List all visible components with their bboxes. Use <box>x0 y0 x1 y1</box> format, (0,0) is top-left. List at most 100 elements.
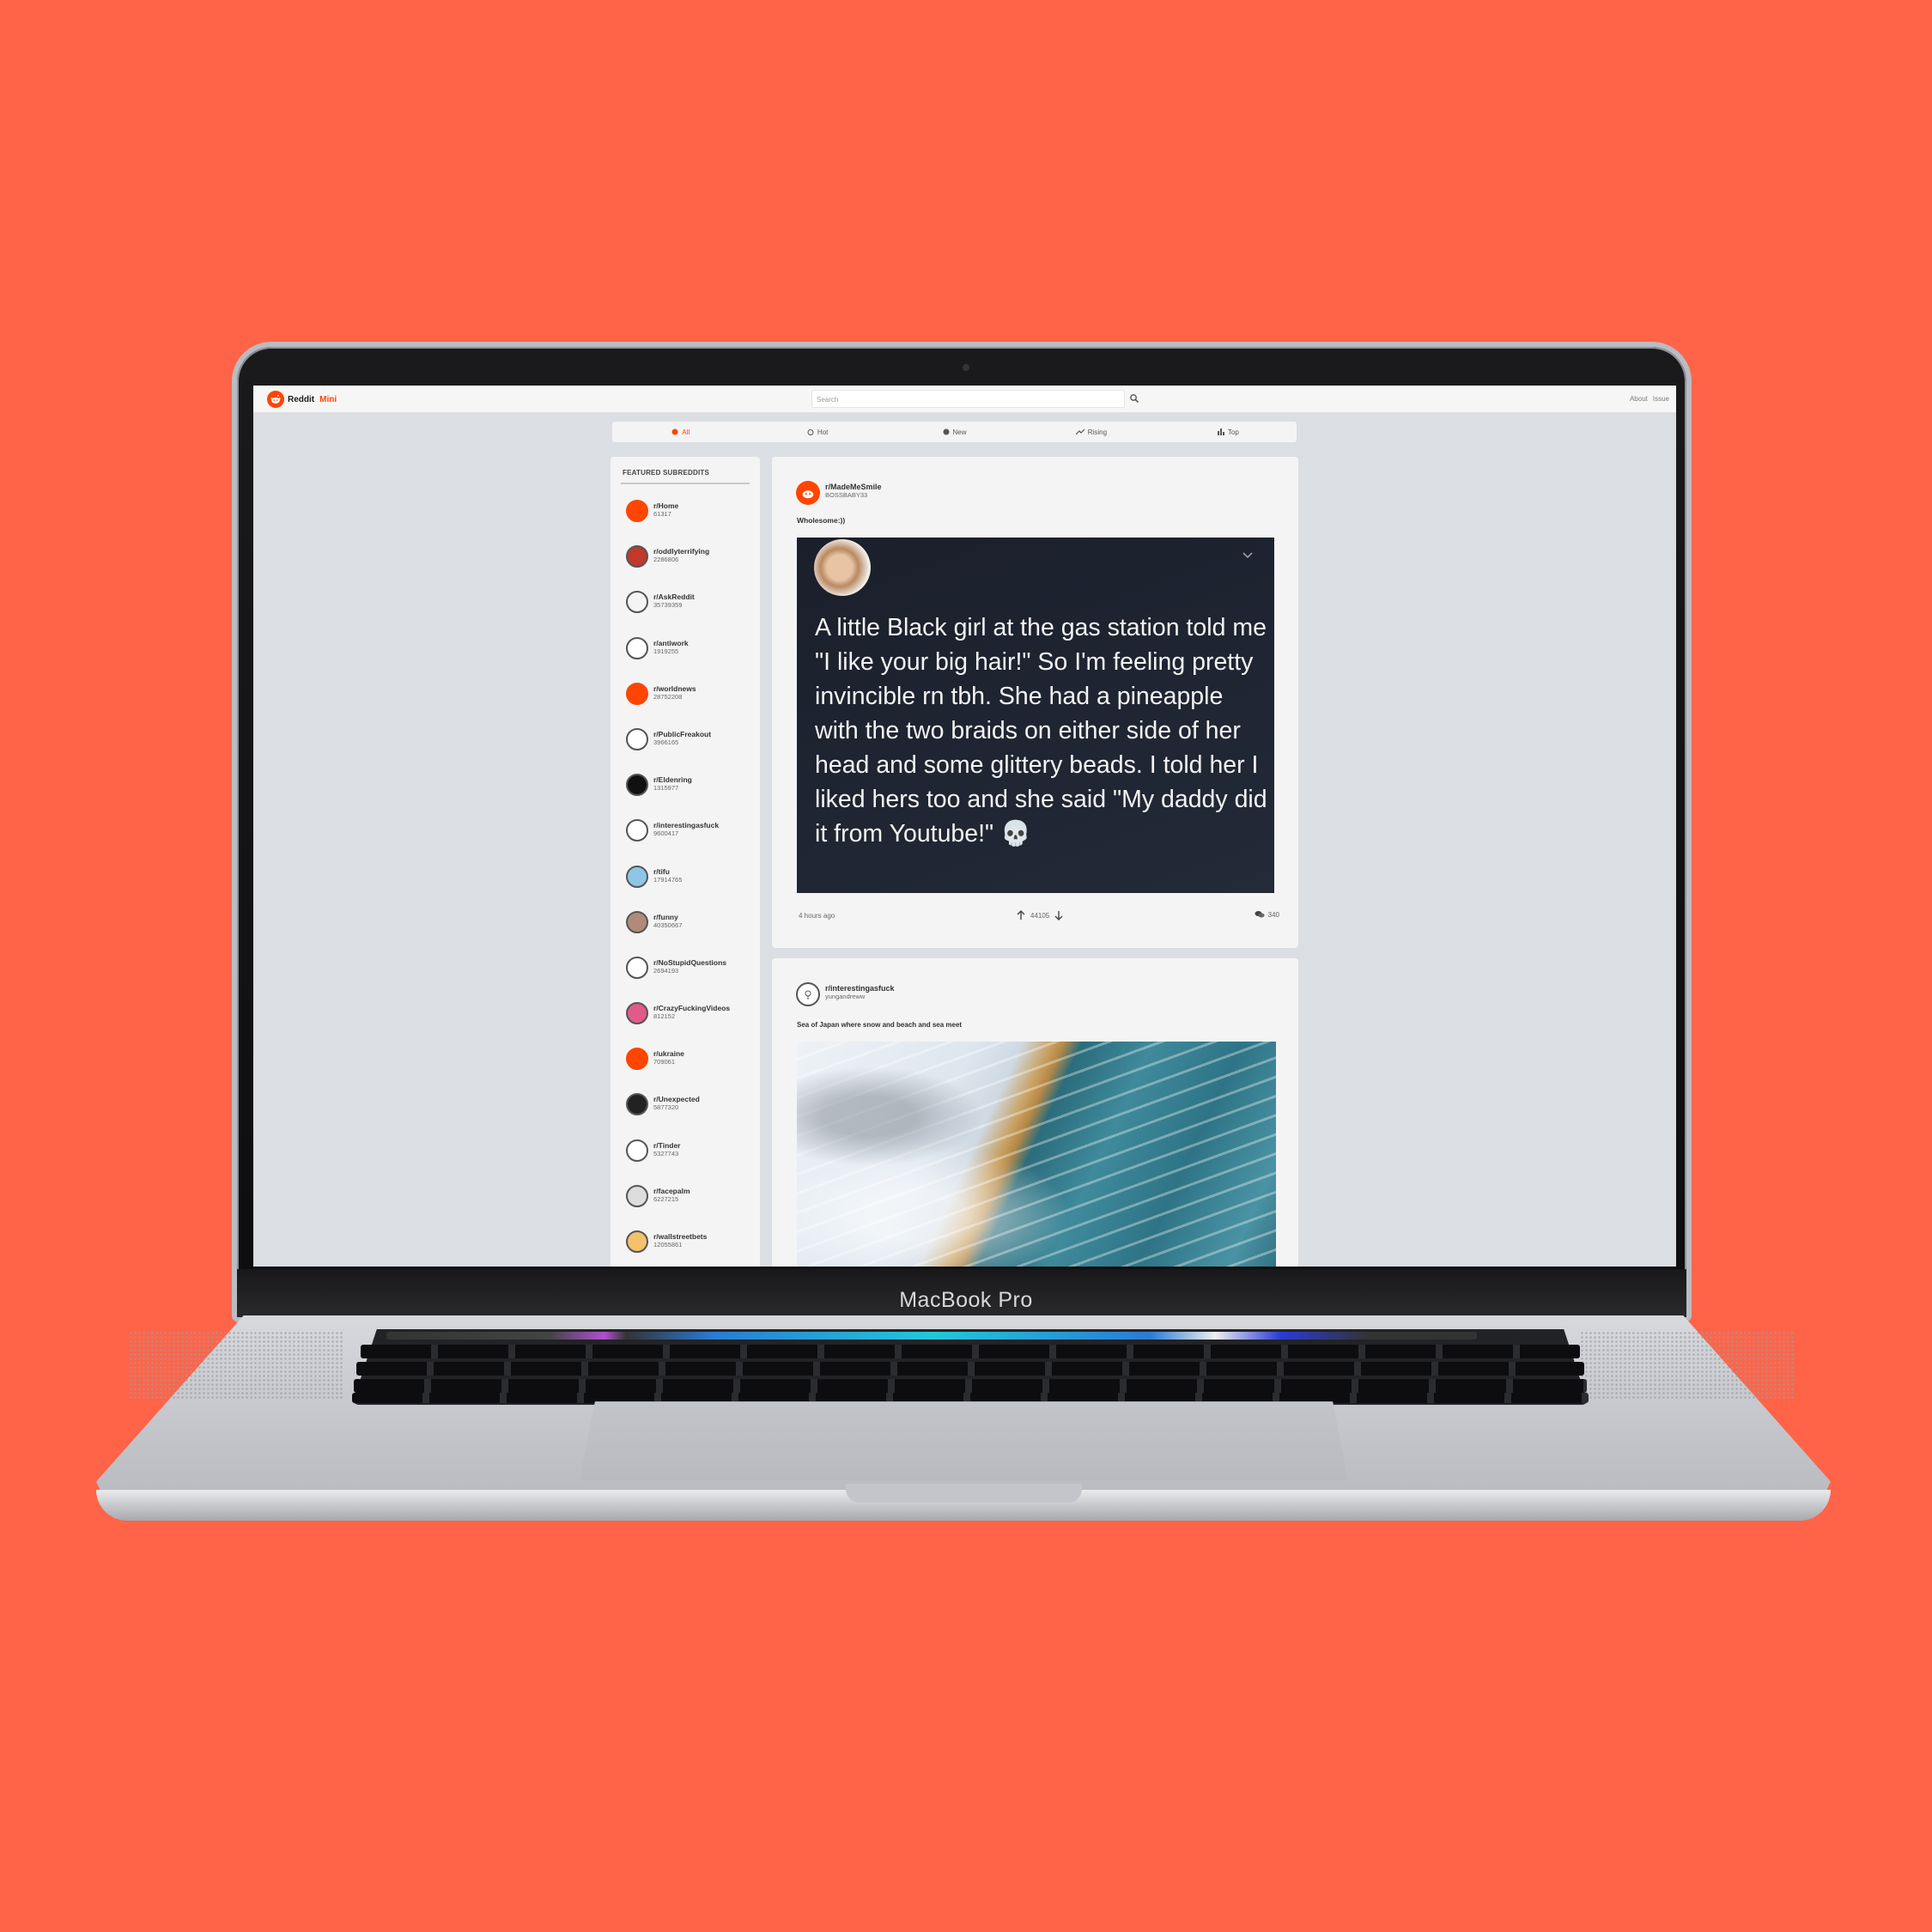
post-card[interactable]: r/interestingasfuck yungandreww Sea of J… <box>772 958 1298 1267</box>
comments-button[interactable]: 340 <box>1255 910 1279 919</box>
sidebar-item[interactable]: r/Unexpected 5877320 <box>626 1093 730 1139</box>
tab-label: Rising <box>1087 428 1108 436</box>
subreddit-avatar <box>626 591 648 614</box>
sidebar-item[interactable]: r/interestingasfuck 9600417 <box>626 819 730 865</box>
post-subreddit[interactable]: r/MadeMeSmile <box>825 483 882 491</box>
sidebar-item-text: r/oddlyterrifying 2286806 <box>653 547 709 563</box>
device-label: MacBook Pro <box>899 1288 1033 1312</box>
sidebar-item-label: r/CrazyFuckingVideos <box>653 1004 731 1013</box>
sidebar-item[interactable]: r/oddlyterrifying 2286806 <box>626 545 730 591</box>
globe-icon <box>671 428 678 435</box>
post-subreddit[interactable]: r/interestingasfuck <box>825 984 895 993</box>
top-navbar: Reddit Mini Search About Issue <box>253 386 1676 413</box>
sidebar-item-label: r/antiwork <box>653 638 689 647</box>
post-title[interactable]: Wholesome:)) <box>797 516 845 525</box>
sidebar-item[interactable]: r/funny 40350667 <box>626 910 730 957</box>
post-image[interactable]: A little Black girl at the gas station t… <box>797 538 1274 893</box>
vote-controls: 44105 <box>1016 910 1064 920</box>
sidebar-item-label: r/PublicFreakout <box>653 729 712 738</box>
tab-label: Hot <box>817 428 829 436</box>
app-logo[interactable]: Reddit Mini <box>267 391 337 408</box>
sidebar-item-text: r/AskReddit 35739359 <box>653 592 695 609</box>
post-header: r/MadeMeSmile BOSSBABY33 <box>796 481 882 505</box>
vote-count: 44105 <box>1030 911 1050 920</box>
subreddit-avatar[interactable] <box>796 982 820 1006</box>
sidebar-item-count: 5327743 <box>653 1149 679 1157</box>
sidebar-item[interactable]: r/NoStupidQuestions 2694193 <box>626 956 730 1002</box>
subreddit-avatar[interactable] <box>796 481 820 505</box>
brand-name: Reddit <box>288 394 315 404</box>
sidebar-item[interactable]: r/Home 61317 <box>626 500 730 545</box>
sidebar-item-label: r/Tinder <box>653 1140 681 1150</box>
sidebar-item[interactable]: r/PublicFreakout 3966165 <box>626 727 730 774</box>
post-title[interactable]: Sea of Japan where snow and beach and se… <box>797 1021 962 1029</box>
sidebar-item-count: 812152 <box>653 1012 676 1021</box>
lid-notch <box>846 1484 1082 1503</box>
issue-link[interactable]: Issue <box>1653 395 1669 403</box>
subreddit-avatar <box>626 774 648 797</box>
featured-subreddits-panel: FEATURED SUBREDDITS r/Home 61317 r/oddlyte… <box>611 457 760 1267</box>
about-link[interactable]: About <box>1630 395 1648 403</box>
sidebar-item-label: r/NoStupidQuestions <box>653 957 726 967</box>
search-icon[interactable] <box>1129 392 1141 404</box>
sidebar-item-count: 61317 <box>653 510 671 518</box>
sidebar-item-text: r/wallstreetbets 12055861 <box>653 1232 707 1249</box>
comments-icon <box>1255 911 1265 918</box>
post-author[interactable]: yungandreww <box>825 993 895 1000</box>
sidebar-item-count: 28752208 <box>653 692 683 701</box>
subreddit-avatar <box>626 1184 648 1207</box>
tab-all[interactable]: All <box>612 422 749 442</box>
sidebar-item[interactable]: r/wallstreetbets 12055861 <box>626 1230 730 1267</box>
sidebar-item-count: 1315977 <box>653 784 679 793</box>
subreddit-avatar <box>626 636 648 659</box>
sidebar-item-count: 709061 <box>653 1058 676 1066</box>
subreddit-avatar <box>626 727 648 750</box>
sidebar-item-count: 2286806 <box>653 556 679 564</box>
sidebar-item[interactable]: r/worldnews 28752208 <box>626 682 730 728</box>
post-footer: 4 hours ago 44105 340 <box>799 910 1279 922</box>
subreddit-avatar <box>626 545 648 568</box>
comment-count: 340 <box>1267 910 1279 919</box>
sidebar-item[interactable]: r/tifu 17914765 <box>626 865 730 911</box>
subreddit-avatar <box>626 1048 648 1071</box>
sidebar-item-text: r/Home 61317 <box>653 501 678 518</box>
sidebar-item[interactable]: r/Eldenring 1315977 <box>626 774 730 819</box>
sidebar-item-count: 17914765 <box>653 875 683 884</box>
sidebar-item-text: r/facepalm 6227215 <box>653 1187 690 1203</box>
subreddit-avatar <box>626 1093 648 1116</box>
subreddit-avatar <box>626 1002 648 1025</box>
sidebar-item[interactable]: r/antiwork 1919255 <box>626 636 730 683</box>
tab-new[interactable]: New <box>886 422 1023 442</box>
post-image[interactable] <box>797 1042 1276 1267</box>
sidebar-item-label: r/funny <box>653 912 678 921</box>
subreddit-list: r/Home 61317 r/oddlyterrifying 2286806 r/Ask… <box>626 500 730 1267</box>
key-row <box>356 1362 1584 1376</box>
post-author[interactable]: BOSSBABY33 <box>825 491 882 499</box>
post-card[interactable]: r/MadeMeSmile BOSSBABY33 Wholesome:)) A … <box>772 457 1298 948</box>
sidebar-item-text: r/funny 40350667 <box>653 913 682 929</box>
sidebar-item-label: r/worldnews <box>653 683 696 693</box>
sidebar-item-count: 5877320 <box>653 1103 679 1112</box>
sidebar-item[interactable]: r/CrazyFuckingVideos 812152 <box>626 1002 730 1048</box>
upvote-icon[interactable] <box>1016 910 1026 920</box>
divider <box>621 483 750 484</box>
sidebar-item-count: 40350667 <box>653 920 683 929</box>
top-links: About Issue <box>1630 395 1669 403</box>
search-input[interactable]: Search <box>811 390 1125 408</box>
tab-hot[interactable]: Hot <box>749 422 885 442</box>
sidebar-item[interactable]: r/ukraine 709061 <box>626 1048 730 1093</box>
downvote-icon[interactable] <box>1054 910 1064 920</box>
tab-label: Top <box>1227 428 1239 436</box>
tab-top[interactable]: Top <box>1160 422 1297 442</box>
sidebar-item[interactable]: r/AskReddit 35739359 <box>626 591 730 636</box>
sidebar-item[interactable]: r/facepalm 6227215 <box>626 1184 730 1230</box>
subreddit-avatar <box>626 956 648 979</box>
key-row <box>361 1345 1580 1358</box>
sidebar-item-label: r/interestingasfuck <box>653 821 720 830</box>
sidebar-item-label: r/wallstreetbets <box>653 1232 708 1241</box>
sidebar-item-label: r/Eldenring <box>653 775 692 785</box>
sidebar-item[interactable]: r/Tinder 5327743 <box>626 1139 730 1185</box>
sidebar-item-count: 6227215 <box>653 1194 679 1203</box>
brand-accent: Mini <box>319 394 337 404</box>
tab-rising[interactable]: Rising <box>1023 422 1159 442</box>
